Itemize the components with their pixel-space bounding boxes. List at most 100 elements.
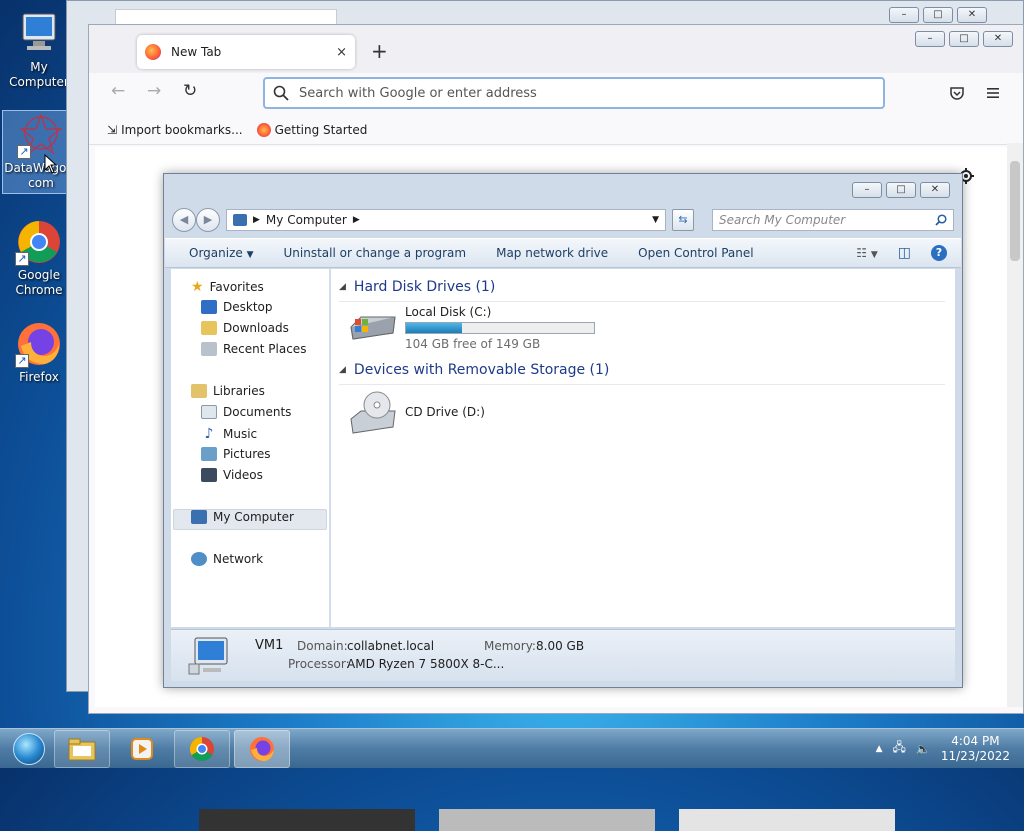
- uninstall-button[interactable]: Uninstall or change a program: [284, 246, 467, 260]
- firefox-window-controls: – □ ✕: [915, 31, 1013, 47]
- breadcrumb[interactable]: My Computer: [266, 213, 347, 227]
- back-button[interactable]: ←: [111, 81, 125, 101]
- group-divider: [339, 384, 945, 385]
- taskbar-firefox[interactable]: [234, 729, 290, 768]
- computer-icon: [188, 637, 228, 675]
- open-control-panel-button[interactable]: Open Control Panel: [638, 246, 753, 260]
- drive-item-cd-drive[interactable]: CD Drive (D:): [347, 389, 485, 435]
- nav-item-my-computer[interactable]: My Computer: [191, 510, 294, 524]
- star-icon: ★: [191, 279, 204, 295]
- minimize-button[interactable]: –: [852, 182, 882, 198]
- music-icon: ♪: [204, 426, 214, 442]
- drive-free-space: 104 GB free of 149 GB: [405, 337, 541, 351]
- desktop-icon-label: My Computer: [9, 60, 69, 89]
- taskbar-media-player[interactable]: [114, 730, 170, 768]
- memory-label: Memory:: [484, 639, 536, 653]
- nav-label: Downloads: [223, 321, 289, 335]
- forward-button[interactable]: →: [147, 81, 161, 101]
- system-tray: ▲ 🖧 🔈 4:04 PM 11/23/2022: [876, 734, 1024, 764]
- group-divider: [339, 301, 945, 302]
- bookmark-import[interactable]: ⇲ Import bookmarks...: [107, 123, 243, 137]
- search-input[interactable]: Search My Computer: [712, 209, 954, 231]
- view-options-icon[interactable]: ☷ ▼: [856, 246, 878, 260]
- shortcut-thumbnail[interactable]: [439, 809, 655, 831]
- chevron-right-icon[interactable]: ▶: [353, 215, 360, 225]
- shortcut-thumbnail[interactable]: [679, 809, 895, 831]
- libraries-icon: [191, 384, 207, 398]
- nav-item-downloads[interactable]: Downloads: [201, 321, 289, 335]
- minimize-button[interactable]: –: [915, 31, 945, 47]
- network-status-icon[interactable]: 🖧: [892, 738, 905, 759]
- page-scrollbar[interactable]: [1007, 143, 1023, 707]
- nav-item-recent-places[interactable]: Recent Places: [201, 342, 306, 356]
- menu-icon[interactable]: [985, 85, 1001, 101]
- nav-item-music[interactable]: ♪ Music: [201, 426, 258, 442]
- tab-title: New Tab: [171, 45, 222, 59]
- volume-icon[interactable]: 🔈: [916, 742, 931, 756]
- nav-label: Libraries: [213, 384, 265, 398]
- map-network-drive-button[interactable]: Map network drive: [496, 246, 608, 260]
- back-button[interactable]: ◀: [172, 208, 196, 232]
- tab-close-button[interactable]: ×: [336, 45, 347, 60]
- content-pane: ◢ Hard Disk Drives (1) Local Disk (C:) 1…: [331, 269, 955, 627]
- import-icon: ⇲: [107, 122, 118, 137]
- recent-places-icon: [201, 342, 217, 356]
- downloads-folder-icon: [201, 321, 217, 335]
- preview-pane-icon[interactable]: ◫: [898, 245, 911, 261]
- pocket-icon[interactable]: [949, 85, 965, 101]
- bookmark-getting-started[interactable]: Getting Started: [256, 122, 367, 137]
- navigation-toolbar: ← → ↻ Search with Google or enter addres…: [89, 73, 1023, 115]
- disk-usage-bar: [405, 322, 595, 334]
- processor-value: AMD Ryzen 7 5800X 8-C...: [347, 657, 505, 671]
- collapse-triangle-icon[interactable]: ◢: [339, 282, 346, 292]
- domain-label: Domain:: [297, 639, 348, 653]
- computer-icon: [15, 10, 63, 58]
- group-header-hard-disk-drives[interactable]: ◢ Hard Disk Drives (1): [339, 279, 945, 302]
- taskbar-chrome[interactable]: [174, 729, 230, 768]
- chrome-icon: [189, 736, 214, 761]
- nav-item-favorites[interactable]: ★ Favorites: [191, 279, 264, 295]
- close-button[interactable]: ✕: [983, 31, 1013, 47]
- datawagon-icon: ↗: [17, 111, 65, 159]
- explorer-window[interactable]: – □ ✕ ◀ ▶ ▶ My Computer ▶ ▼ ⇆ Search My …: [163, 173, 963, 688]
- clock-time: 4:04 PM: [951, 733, 1000, 748]
- start-button[interactable]: [8, 729, 50, 769]
- nav-item-desktop[interactable]: Desktop: [201, 300, 273, 314]
- taskbar-explorer[interactable]: [54, 729, 110, 768]
- chrome-icon: ↗: [15, 218, 63, 266]
- tab-new-tab[interactable]: New Tab ×: [137, 35, 355, 69]
- url-bar[interactable]: Search with Google or enter address: [263, 77, 885, 109]
- maximize-button[interactable]: □: [886, 182, 916, 198]
- nav-item-videos[interactable]: Videos: [201, 468, 263, 482]
- reload-button[interactable]: ↻: [183, 81, 197, 101]
- help-icon[interactable]: ?: [931, 245, 947, 261]
- drive-name: Local Disk (C:): [405, 305, 492, 319]
- group-header-removable-storage[interactable]: ◢ Devices with Removable Storage (1): [339, 362, 945, 385]
- organize-button[interactable]: Organize ▼: [189, 246, 254, 260]
- nav-item-pictures[interactable]: Pictures: [201, 447, 271, 461]
- nav-item-libraries[interactable]: Libraries: [191, 384, 265, 398]
- refresh-button[interactable]: ⇆: [672, 209, 694, 231]
- chevron-down-icon[interactable]: ▼: [652, 215, 659, 225]
- drive-item-local-disk[interactable]: Local Disk (C:) 104 GB free of 149 GB: [347, 305, 595, 351]
- new-tab-button[interactable]: +: [371, 39, 388, 63]
- firefox-icon: ↗: [15, 320, 63, 368]
- shortcut-thumbnail[interactable]: [199, 809, 415, 831]
- close-button[interactable]: ✕: [957, 7, 987, 23]
- close-button[interactable]: ✕: [920, 182, 950, 198]
- show-hidden-icons-icon[interactable]: ▲: [876, 744, 883, 754]
- collapse-triangle-icon[interactable]: ◢: [339, 365, 346, 375]
- nav-item-network[interactable]: Network: [191, 552, 263, 566]
- maximize-button[interactable]: □: [949, 31, 979, 47]
- forward-button[interactable]: ▶: [196, 208, 220, 232]
- address-bar[interactable]: ▶ My Computer ▶ ▼: [226, 209, 666, 231]
- memory-value: 8.00 GB: [536, 639, 585, 653]
- clock[interactable]: 4:04 PM 11/23/2022: [941, 734, 1010, 764]
- minimize-button[interactable]: –: [889, 7, 919, 23]
- maximize-button[interactable]: □: [923, 7, 953, 23]
- scrollbar-thumb[interactable]: [1010, 161, 1020, 261]
- cd-drive-icon: [350, 391, 396, 434]
- chevron-right-icon: ▶: [253, 215, 260, 225]
- url-placeholder: Search with Google or enter address: [299, 85, 537, 101]
- nav-item-documents[interactable]: Documents: [201, 405, 291, 419]
